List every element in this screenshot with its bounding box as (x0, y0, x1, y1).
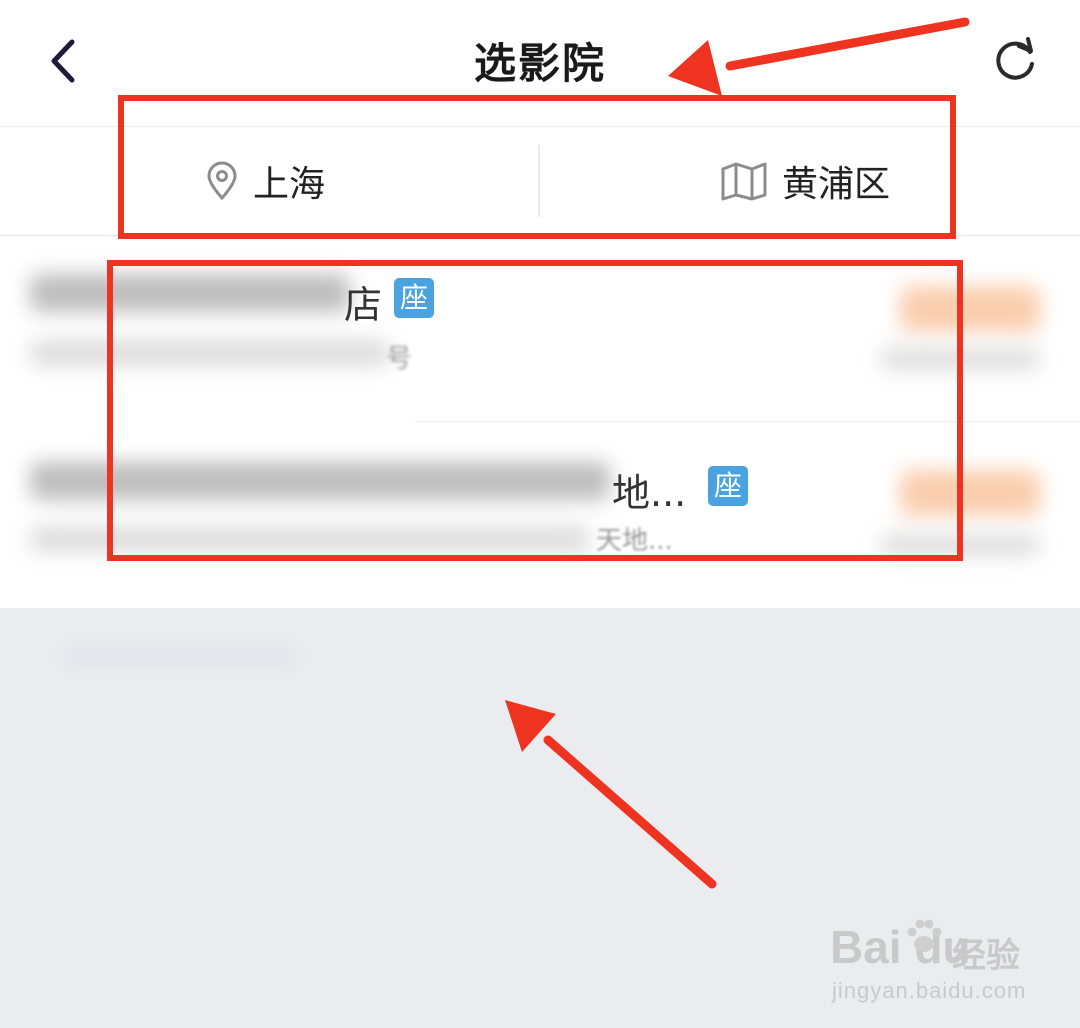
paw-logo-icon (907, 919, 942, 952)
refresh-button[interactable] (988, 34, 1042, 88)
annotation-box-list (107, 260, 963, 561)
refresh-icon (996, 37, 1034, 80)
page-title: 选影院 (473, 39, 606, 88)
baidu-watermark: Bai du 经验 jingyan.baidu.com (828, 910, 1068, 1010)
watermark-url: jingyan.baidu.com (832, 978, 1027, 1003)
watermark-suffix: 经验 (952, 936, 1020, 976)
watermark-brand: Bai du (830, 921, 971, 973)
blurred-footer-text (60, 648, 300, 666)
annotation-box-filters (118, 95, 956, 239)
